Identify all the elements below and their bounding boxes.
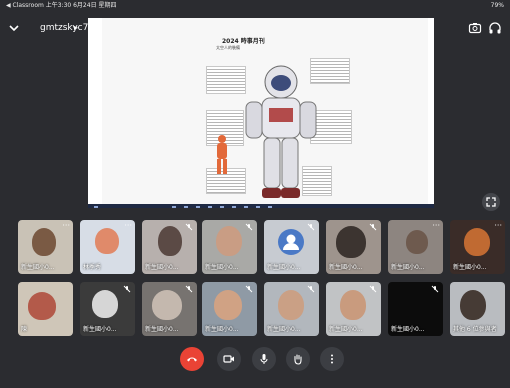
presentation-slide: 2024 時事月刊 太空人的裝備 bbox=[102, 18, 428, 204]
video-icon bbox=[223, 355, 234, 363]
participant-name: 新生國小0... bbox=[145, 264, 179, 271]
participant-name: 新生國小0... bbox=[453, 264, 487, 271]
taskbar-button bbox=[184, 206, 188, 208]
camera-switch-icon[interactable] bbox=[468, 21, 482, 35]
participant-tile[interactable]: ··· 新生國小0... bbox=[450, 220, 505, 274]
participant-name: 新生國小0... bbox=[21, 264, 55, 271]
participant-name: 新生國小0... bbox=[205, 326, 239, 333]
participant-tile[interactable]: 新生國小0... bbox=[264, 282, 319, 336]
meeting-info-caret[interactable]: ▸ bbox=[74, 23, 78, 32]
taskbar-button bbox=[256, 206, 260, 208]
taskbar-button bbox=[208, 206, 212, 208]
mic-off-icon bbox=[431, 285, 439, 293]
participant-video bbox=[340, 290, 366, 320]
participant-name: 新生國小0... bbox=[267, 264, 301, 271]
taskbar-button bbox=[268, 206, 272, 208]
participant-name: 新生國小0... bbox=[83, 326, 117, 333]
participant-video bbox=[406, 230, 428, 254]
participant-video bbox=[460, 290, 486, 320]
participant-tile[interactable]: 新生國小0... bbox=[202, 282, 257, 336]
participant-video bbox=[28, 292, 56, 320]
participant-name: 陳 bbox=[21, 326, 28, 333]
mic-off-icon bbox=[245, 285, 253, 293]
participant-video bbox=[152, 290, 182, 320]
participant-name: 新生國小0... bbox=[145, 326, 179, 333]
mic-off-icon bbox=[307, 285, 315, 293]
end-call-icon bbox=[187, 357, 197, 362]
more-options-button[interactable] bbox=[320, 347, 344, 371]
more-icon[interactable]: ··· bbox=[494, 222, 502, 230]
windows-taskbar bbox=[88, 204, 434, 208]
shared-screen[interactable]: 2024 時事月刊 太空人的裝備 bbox=[88, 18, 434, 208]
participant-tile-others[interactable]: 其他 6 位參與者 bbox=[450, 282, 505, 336]
more-icon[interactable]: ··· bbox=[432, 222, 440, 230]
taskbar-button bbox=[244, 206, 248, 208]
taskbar-button bbox=[94, 206, 98, 208]
mic-off-icon bbox=[307, 223, 315, 231]
participant-name: 新生國小0... bbox=[329, 264, 363, 271]
participant-video bbox=[336, 226, 366, 258]
mic-off-icon bbox=[185, 285, 193, 293]
participant-tile[interactable]: ··· 新生國小0... bbox=[18, 220, 73, 274]
participant-name: 林季秀 bbox=[83, 264, 102, 271]
participant-avatar-image bbox=[95, 228, 119, 254]
participant-name: 其他 6 位參與者 bbox=[453, 326, 497, 333]
mic-off-icon bbox=[123, 285, 131, 293]
participant-video bbox=[32, 228, 56, 256]
participant-name: 新生國小0... bbox=[329, 326, 363, 333]
taskbar-button bbox=[196, 206, 200, 208]
taskbar-button bbox=[220, 206, 224, 208]
participant-tile[interactable]: 陳 bbox=[18, 282, 73, 336]
participant-tile[interactable]: 新生國小0... bbox=[264, 220, 319, 274]
mic-off-icon bbox=[369, 285, 377, 293]
meet-app: ◀ Classroom 上午3:30 6月24日 星期四 79% gmtzsky… bbox=[0, 0, 510, 388]
orange-suit-illustration bbox=[217, 135, 227, 174]
taskbar-button bbox=[172, 206, 176, 208]
participant-video bbox=[464, 228, 490, 256]
mic-off-icon bbox=[245, 223, 253, 231]
slide-subtitle: 太空人的裝備 bbox=[216, 45, 240, 50]
taskbar-button bbox=[232, 206, 236, 208]
fullscreen-button[interactable] bbox=[482, 193, 500, 211]
participant-tile[interactable]: 新生國小0... bbox=[388, 282, 443, 336]
participant-tile[interactable]: 新生國小0... bbox=[142, 220, 197, 274]
participant-video bbox=[214, 290, 242, 320]
more-vert-icon bbox=[331, 354, 333, 364]
participant-tile[interactable]: 新生國小0... bbox=[80, 282, 135, 336]
participant-video bbox=[216, 226, 242, 256]
fullscreen-icon bbox=[486, 197, 496, 207]
slide-title: 2024 時事月刊 bbox=[222, 38, 265, 45]
status-left: ◀ Classroom 上午3:30 6月24日 星期四 bbox=[6, 2, 117, 9]
participant-tile[interactable]: ··· 新生國小0... bbox=[388, 220, 443, 274]
participant-name: 新生國小0... bbox=[391, 264, 425, 271]
avatar bbox=[278, 229, 304, 255]
raise-hand-button[interactable] bbox=[286, 347, 310, 371]
participant-tile[interactable]: ··· 林季秀 bbox=[80, 220, 135, 274]
meeting-code[interactable]: gmtzskyc7 bbox=[40, 23, 88, 33]
participant-video bbox=[158, 226, 182, 256]
status-bar: ◀ Classroom 上午3:30 6月24日 星期四 79% bbox=[0, 0, 510, 12]
chevron-down-icon[interactable] bbox=[8, 22, 20, 34]
headphones-icon[interactable] bbox=[488, 21, 502, 35]
mic-off-icon bbox=[369, 223, 377, 231]
participant-name: 新生國小0... bbox=[267, 326, 301, 333]
camera-button[interactable] bbox=[217, 347, 241, 371]
participant-name: 新生國小0... bbox=[205, 264, 239, 271]
astronaut-illustration bbox=[245, 65, 317, 198]
end-call-button[interactable] bbox=[180, 347, 204, 371]
mic-icon bbox=[260, 354, 268, 364]
participant-avatar-image bbox=[92, 290, 118, 318]
participant-tile[interactable]: 新生國小0... bbox=[326, 282, 381, 336]
participant-video bbox=[278, 290, 304, 320]
participant-tile[interactable]: 新生國小0... bbox=[326, 220, 381, 274]
participant-name: 新生國小0... bbox=[391, 326, 425, 333]
raise-hand-icon bbox=[294, 354, 302, 365]
microphone-button[interactable] bbox=[252, 347, 276, 371]
more-icon[interactable]: ··· bbox=[124, 222, 132, 230]
battery-level: 79% bbox=[490, 2, 504, 9]
participant-tile[interactable]: 新生國小0... bbox=[202, 220, 257, 274]
more-icon[interactable]: ··· bbox=[62, 222, 70, 230]
mic-off-icon bbox=[185, 223, 193, 231]
participant-tile[interactable]: 新生國小0... bbox=[142, 282, 197, 336]
